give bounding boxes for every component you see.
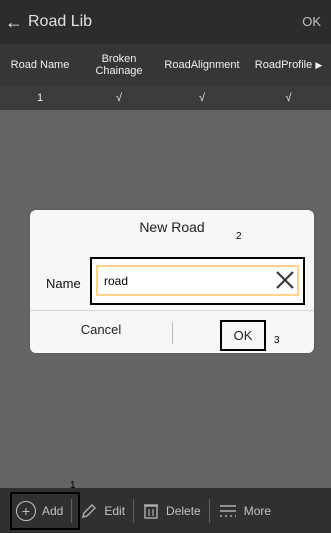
name-input[interactable] [96, 265, 299, 296]
trash-icon [144, 503, 159, 519]
table-row[interactable]: 1 √ √ √ [0, 86, 331, 110]
header-road-profile[interactable]: RoadProfile ▶ [246, 59, 331, 71]
button-divider [172, 322, 173, 344]
annotation-1: 1 [70, 480, 76, 491]
edit-label: Edit [104, 503, 126, 518]
header-road-profile-label: RoadProfile [254, 59, 313, 71]
header-broken-chainage[interactable]: Broken Chainage [80, 53, 158, 77]
page-title: Road Lib [28, 13, 93, 30]
back-icon[interactable]: ← [0, 0, 28, 44]
dialog-title: New Road [139, 219, 205, 235]
menu-icon [219, 504, 236, 517]
cell-road-profile: √ [285, 92, 292, 104]
new-road-dialog: New Road 2 Name Cancel OK 3 [30, 210, 314, 353]
clear-icon[interactable] [273, 268, 297, 292]
more-label: More [243, 503, 272, 518]
edit-button[interactable]: Edit [72, 502, 133, 520]
add-highlight-box [10, 492, 80, 530]
delete-button[interactable]: Delete [134, 502, 209, 520]
cell-broken-chainage: √ [115, 92, 123, 104]
cancel-button[interactable]: Cancel [30, 322, 172, 337]
app-window: ← Road Lib OK Road Name Broken Chainage … [0, 0, 331, 533]
ok-button[interactable]: OK [220, 320, 266, 351]
scroll-right-icon[interactable]: ▶ [315, 60, 322, 70]
cell-road-alignment: √ [198, 92, 206, 104]
header-road-alignment[interactable]: RoadAlignment [158, 59, 246, 71]
annotation-2: 2 [236, 231, 242, 242]
delete-label: Delete [166, 503, 201, 518]
header-road-name[interactable]: Road Name [0, 59, 80, 71]
pencil-icon [82, 503, 97, 518]
annotation-3: 3 [274, 335, 280, 346]
cell-road-name: 1 [36, 92, 44, 104]
dialog-divider [30, 310, 314, 311]
name-input-highlight [90, 257, 305, 305]
top-bar: ← Road Lib OK [0, 0, 331, 44]
top-ok-button[interactable]: OK [302, 0, 321, 44]
table-header: Road Name Broken Chainage RoadAlignment … [0, 44, 331, 86]
name-label: Name [46, 276, 81, 291]
more-button[interactable]: More [210, 502, 279, 520]
